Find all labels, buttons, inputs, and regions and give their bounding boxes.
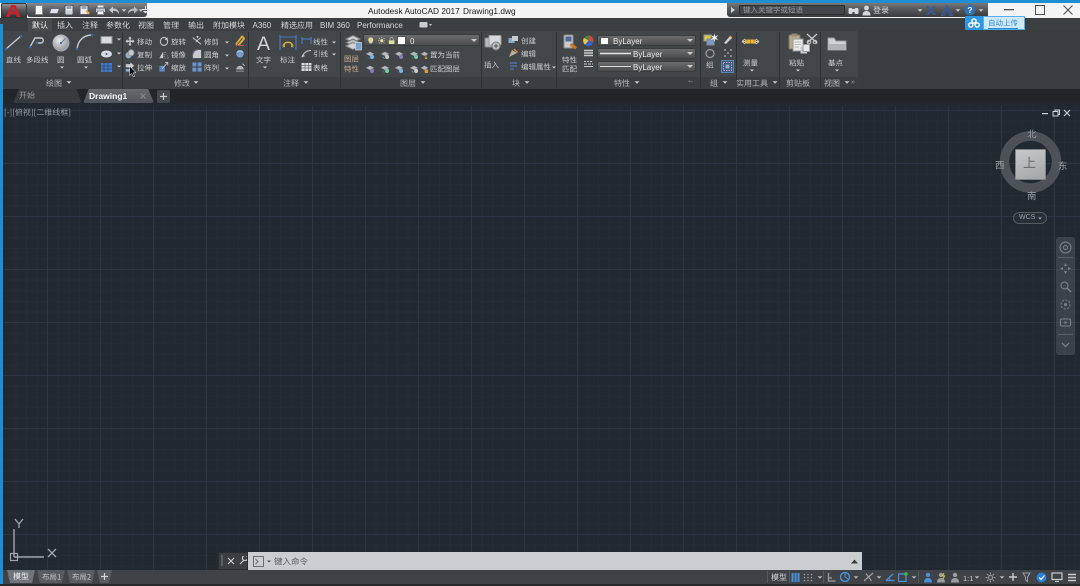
svg-text:?: ? <box>967 5 972 15</box>
